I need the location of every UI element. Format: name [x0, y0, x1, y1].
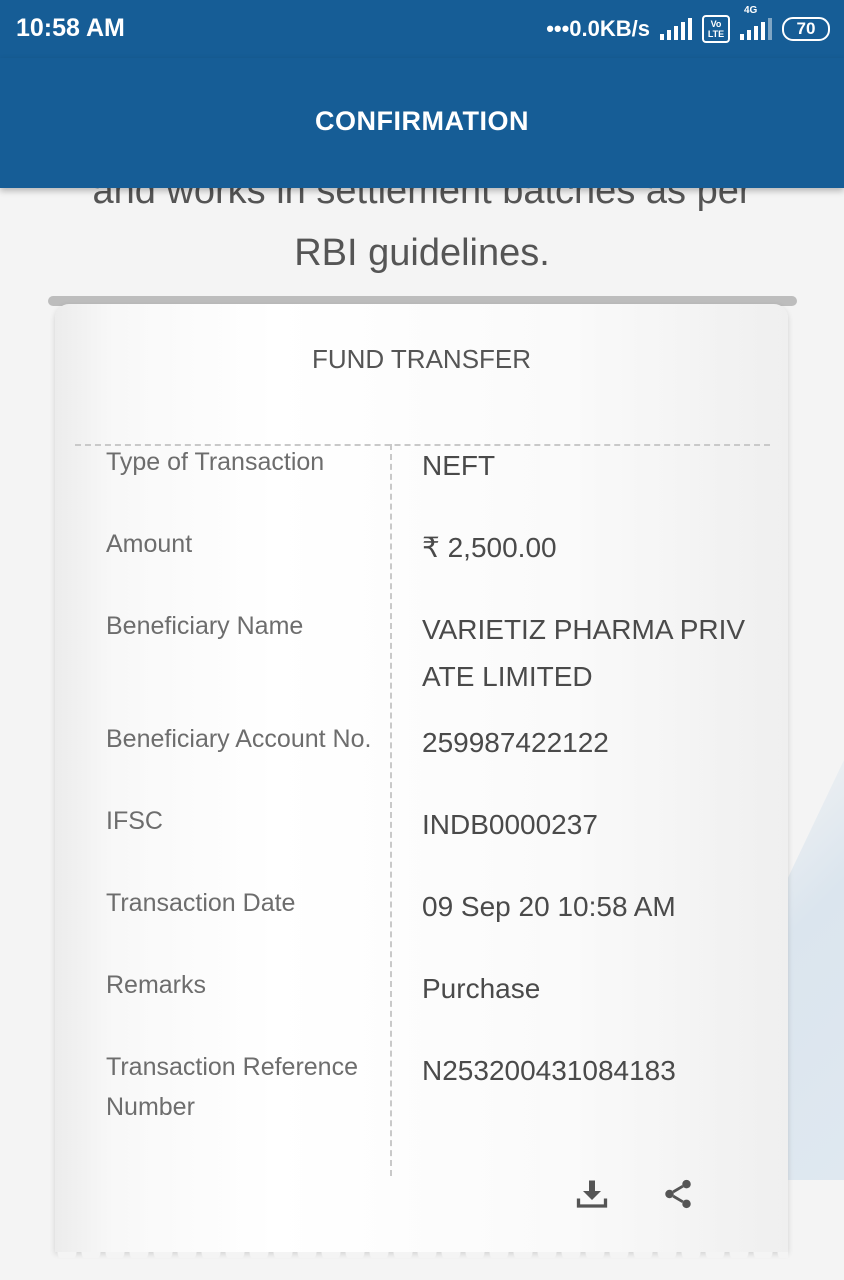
page-title: CONFIRMATION	[315, 106, 529, 136]
status-bar: 10:58 AM •••0.0KB/s Vo LTE 4G 70	[0, 0, 844, 58]
status-time: 10:58 AM	[16, 14, 125, 42]
notice-line-last: RBI guidelines.	[294, 232, 550, 274]
row-label: Amount	[106, 530, 193, 558]
row-label: IFSC	[106, 807, 163, 835]
app-bar: CONFIRMATION	[0, 58, 844, 188]
network-type-label: 4G	[744, 5, 758, 16]
download-icon	[576, 1180, 608, 1208]
row-value: 259987422122	[422, 727, 609, 758]
battery-icon: 70	[782, 17, 830, 41]
row-label: Transaction Reference	[106, 1053, 358, 1081]
signal-4g-icon: 4G	[740, 5, 772, 40]
row-label-continued: Number	[106, 1093, 195, 1121]
volte-top-text: Vo	[710, 19, 722, 29]
download-button[interactable]	[572, 1174, 612, 1214]
row-label: Beneficiary Account No.	[106, 725, 372, 753]
status-indicators: •••0.0KB/s Vo LTE 4G 70	[546, 5, 830, 46]
receipt-title: FUND TRANSFER	[311, 344, 532, 374]
network-speed: •••0.0KB/s	[546, 16, 650, 41]
row-label: Beneficiary Name	[106, 612, 304, 640]
volte-icon: Vo LTE	[702, 15, 730, 43]
share-icon	[665, 1179, 691, 1209]
row-label: Type of Transaction	[106, 448, 325, 476]
receipt-actions	[572, 1174, 698, 1214]
row-value: Purchase	[422, 973, 541, 1004]
row-value: 09 Sep 20 10:58 AM	[422, 891, 676, 922]
row-label: Remarks	[106, 971, 207, 999]
share-button[interactable]	[658, 1174, 698, 1214]
signal-icon	[660, 18, 692, 40]
row-label: Transaction Date	[106, 889, 296, 917]
volte-bottom-text: LTE	[707, 29, 725, 39]
row-value: NEFT	[422, 450, 496, 481]
fund-transfer-receipt: FUND TRANSFER Type of Transaction NEFT A…	[55, 304, 788, 1252]
row-value: N253200431084183	[422, 1055, 676, 1086]
row-value: VARIETIZ PHARMA PRIV	[422, 614, 746, 645]
row-value: INDB0000237	[422, 809, 598, 840]
row-value: ₹ 2,500.00	[422, 532, 557, 563]
row-value-continued: ATE LIMITED	[422, 661, 593, 692]
receipt-torn-edge	[55, 1238, 788, 1258]
